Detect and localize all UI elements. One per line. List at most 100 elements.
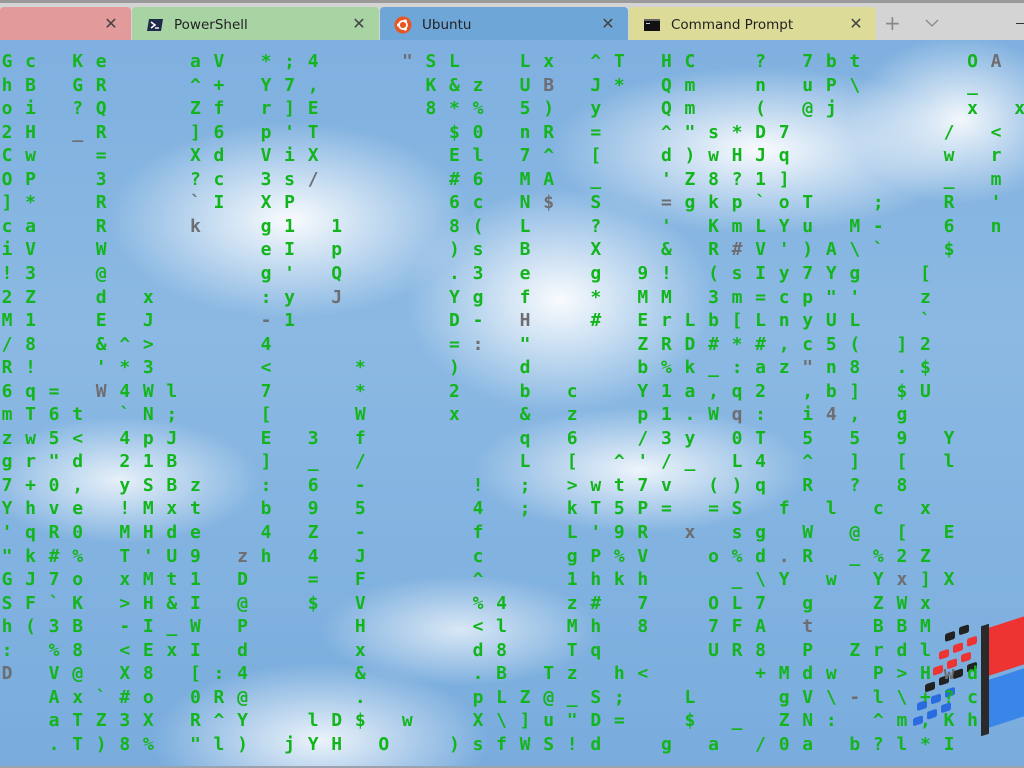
matrix-char: c <box>213 168 225 190</box>
matrix-char: U <box>708 639 719 661</box>
matrix-char: # <box>449 168 460 190</box>
terminal-row: / 8 & ^ >4 =: " Z R D # * #, c 5 (] 2 <box>0 333 1024 356</box>
matrix-char: ' <box>990 192 1002 214</box>
matrix-char: f <box>496 733 507 755</box>
matrix-char: ? <box>72 98 84 120</box>
matrix-char: c <box>566 380 578 402</box>
matrix-char: s <box>731 522 743 543</box>
chevron-down-icon[interactable] <box>924 15 940 31</box>
matrix-char: D <box>684 333 696 355</box>
matrix-char: T <box>802 192 814 214</box>
matrix-char: g <box>802 592 814 614</box>
matrix-char: h <box>1 74 13 96</box>
matrix-char: O <box>708 592 719 614</box>
matrix-char: 4 <box>119 380 131 402</box>
matrix-char: 7 <box>637 592 649 614</box>
terminal-row: i V We Ip) s B X & R # V ') A \ ` $ <box>0 238 1024 261</box>
matrix-char: = <box>449 333 460 355</box>
matrix-char: ^ <box>590 51 602 72</box>
matrix-char: x <box>920 498 931 520</box>
matrix-char: X <box>943 569 955 591</box>
matrix-char: y <box>590 98 602 120</box>
tab-ubuntu[interactable]: Ubuntu ✕ <box>380 7 628 43</box>
matrix-char: b <box>519 380 531 402</box>
matrix-char: b <box>260 498 272 520</box>
matrix-char: / <box>637 427 649 449</box>
matrix-char: g <box>260 215 272 237</box>
matrix-char: . <box>896 357 908 379</box>
matrix-char: = <box>755 286 767 308</box>
close-icon[interactable]: ✕ <box>848 16 864 32</box>
matrix-char: k <box>566 498 578 520</box>
matrix-char: 8 <box>896 474 908 496</box>
matrix-char: v <box>48 498 60 520</box>
matrix-char: @ <box>72 663 84 685</box>
matrix-char: m <box>684 98 696 120</box>
matrix-char: ( <box>708 262 719 284</box>
new-tab-button[interactable]: + <box>884 13 901 33</box>
matrix-char: ( <box>755 98 767 120</box>
matrix-char: R <box>95 121 107 143</box>
matrix-char: C <box>1 145 13 167</box>
matrix-char: ) <box>543 98 555 120</box>
terminal-row: R! ' * 3 < *) d b% k _: a z " n 8. $ <box>0 356 1024 379</box>
tab-unnamed[interactable]: ✕ <box>0 7 131 43</box>
close-icon[interactable]: ✕ <box>600 16 616 32</box>
matrix-char: Q <box>660 74 672 96</box>
matrix-char: g <box>684 192 696 214</box>
matrix-char: a <box>25 215 36 237</box>
tab-label: Ubuntu <box>422 17 472 33</box>
matrix-char: f <box>354 427 366 449</box>
matrix-char: 3 <box>307 427 319 449</box>
matrix-char: ) <box>95 733 107 755</box>
matrix-char: 1 <box>189 569 201 591</box>
matrix-char: A <box>990 51 1002 72</box>
matrix-char: ? <box>755 51 767 72</box>
matrix-char: [ <box>896 451 908 473</box>
matrix-char: d <box>95 286 107 308</box>
matrix-char: H <box>519 310 531 332</box>
matrix-char: U <box>166 545 178 567</box>
matrix-char: J <box>331 286 343 308</box>
matrix-char: 0 <box>778 733 790 755</box>
tab-powershell[interactable]: PowerShell ✕ <box>132 7 379 43</box>
matrix-char: e <box>260 239 272 261</box>
terminal-row: 2 H _ R] 6 p ' T $0 n R = ^ " s * D 7/< <box>0 121 1024 144</box>
matrix-char: P <box>237 616 248 638</box>
matrix-char: J <box>142 310 154 332</box>
matrix-char: 8 <box>449 215 460 237</box>
matrix-char: w <box>25 145 36 167</box>
matrix-char: f <box>213 98 225 120</box>
matrix-char: < <box>260 357 272 379</box>
matrix-char: @ <box>543 686 555 708</box>
matrix-char: I <box>943 733 955 755</box>
terminal-viewport[interactable]: Gc Ke a V *; 4 " S L Lx ^ T H C? 7 b t O Ah B G R ^ + Y 7, K & z U B J *… <box>0 40 1024 768</box>
matrix-char: o <box>72 569 84 591</box>
matrix-char: - <box>354 474 366 496</box>
minimize-button[interactable] <box>1016 23 1024 24</box>
matrix-char: * <box>613 74 625 96</box>
matrix-char: c <box>25 51 36 72</box>
matrix-char: ; <box>519 498 531 520</box>
matrix-char: , <box>72 474 84 496</box>
matrix-char: P <box>590 545 602 567</box>
matrix-char: [ <box>566 451 578 473</box>
matrix-char: U <box>825 310 837 332</box>
matrix-char: k <box>613 569 625 591</box>
matrix-char: 3 <box>260 168 272 190</box>
matrix-char: g <box>778 686 790 708</box>
matrix-char: o <box>708 545 719 567</box>
close-icon[interactable]: ✕ <box>103 16 119 32</box>
matrix-char: M <box>142 569 154 591</box>
matrix-char: # <box>590 310 602 332</box>
tab-command-prompt[interactable]: Command Prompt ✕ <box>629 7 876 43</box>
matrix-char: 1 <box>284 310 296 332</box>
matrix-char: $ <box>943 239 955 261</box>
matrix-char: @ <box>237 592 248 614</box>
matrix-char: q <box>778 145 790 167</box>
matrix-char: 8 <box>496 639 507 661</box>
close-icon[interactable]: ✕ <box>351 16 367 32</box>
cmd-icon <box>644 19 660 31</box>
matrix-char: % <box>472 592 484 614</box>
matrix-char: > <box>566 474 578 496</box>
